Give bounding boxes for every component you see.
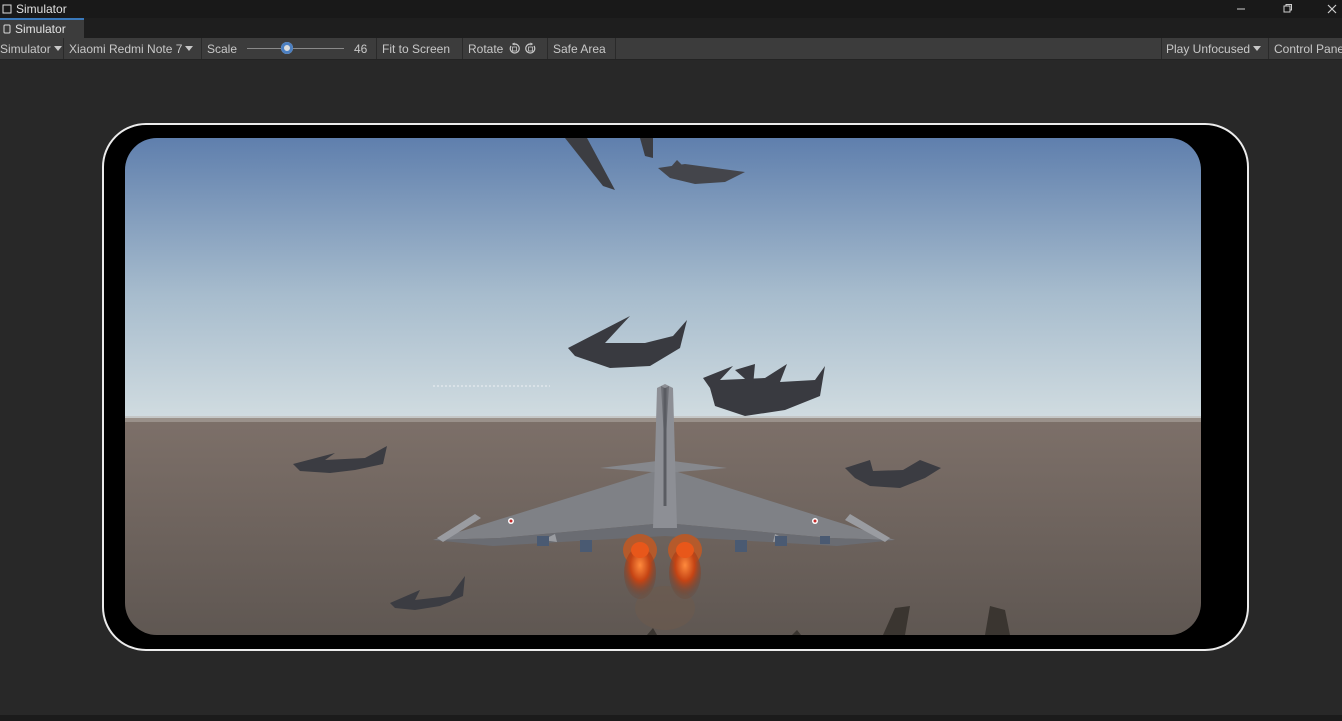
maximize-icon[interactable]: [1272, 0, 1302, 18]
mode-dropdown[interactable]: Simulator: [0, 38, 64, 59]
window-title: Simulator: [16, 2, 67, 16]
scale-value: 46: [350, 38, 376, 59]
device-dropdown[interactable]: Xiaomi Redmi Note 7: [65, 38, 202, 59]
window-title-bar: Simulator: [0, 0, 1342, 18]
simulator-icon: [2, 4, 12, 14]
simulator-toolbar: Simulator Xiaomi Redmi Note 7 Scale 46 F…: [0, 38, 1342, 60]
chevron-down-icon: [1253, 46, 1262, 51]
fit-to-screen-label: Fit to Screen: [382, 41, 451, 56]
mode-dropdown-label: Simulator: [0, 41, 51, 56]
chevron-down-icon: [53, 46, 62, 51]
sky: [125, 138, 1201, 423]
game-view[interactable]: [125, 138, 1201, 635]
control-panel-label: Control Panel: [1274, 41, 1342, 56]
scale-slider-track[interactable]: [247, 48, 344, 49]
device-icon: [3, 24, 11, 34]
safe-area-button[interactable]: Safe Area: [549, 38, 616, 59]
play-mode-dropdown[interactable]: Play Unfocused: [1161, 38, 1269, 59]
rotate-label: Rotate: [468, 41, 504, 56]
bottom-status-bar: [0, 715, 1342, 721]
rotate-left-icon[interactable]: [508, 42, 521, 55]
control-panel-button[interactable]: Control Panel: [1270, 38, 1342, 59]
scale-slider-handle[interactable]: [281, 42, 293, 54]
tab-bar: Simulator: [0, 18, 1342, 39]
device-dropdown-label: Xiaomi Redmi Note 7: [69, 41, 183, 56]
rotate-right-icon[interactable]: [524, 42, 537, 55]
minimize-icon[interactable]: [1226, 0, 1256, 18]
safe-area-label: Safe Area: [553, 41, 606, 56]
game-scene: [125, 138, 1201, 635]
scale-label: Scale: [207, 41, 238, 56]
rotate-control: Rotate: [464, 38, 548, 59]
tab-label: Simulator: [15, 22, 66, 36]
scale-value-text: 46: [354, 41, 368, 56]
close-icon[interactable]: [1317, 0, 1342, 18]
play-mode-label: Play Unfocused: [1166, 41, 1251, 56]
tab-simulator[interactable]: Simulator: [0, 18, 84, 38]
fit-to-screen-button[interactable]: Fit to Screen: [378, 38, 463, 59]
chevron-down-icon: [185, 46, 194, 51]
